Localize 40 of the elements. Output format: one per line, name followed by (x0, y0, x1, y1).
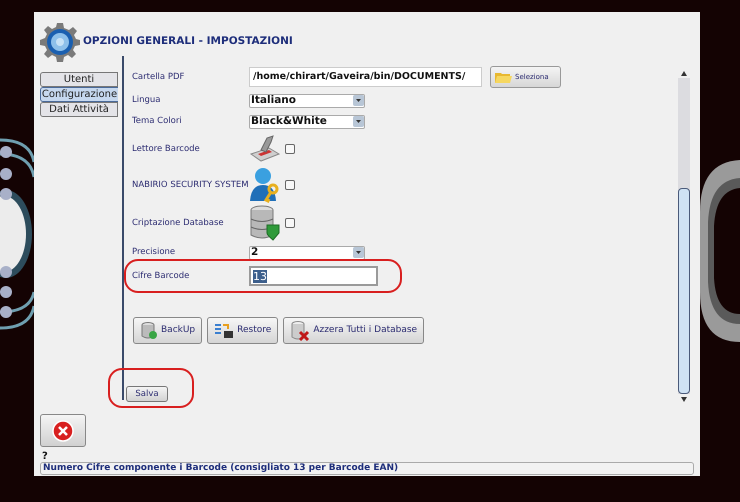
tab[interactable]: Configurazione (40, 87, 118, 102)
setting-label: Cartella PDF (132, 70, 186, 84)
dropdown[interactable]: Italiano (249, 94, 365, 108)
checkbox[interactable] (285, 180, 295, 190)
setting-label: Criptazione Database (132, 216, 225, 230)
folder-icon (495, 70, 512, 84)
setting-label: Tema Colori (132, 115, 183, 128)
setting-label: Cifre Barcode (132, 270, 190, 282)
status-message: Numero Cifre componente i Barcode (consigliato 13 per Barcode EAN) (43, 464, 398, 473)
setting-label: NABIRIO SECURITY SYSTEM (132, 178, 249, 192)
gear-icon (40, 22, 80, 62)
scrollbar-thumb[interactable] (678, 188, 690, 394)
database-icon (140, 322, 158, 340)
input-field[interactable]: 13 (249, 266, 378, 286)
checkbox[interactable] (285, 144, 295, 154)
checkbox[interactable] (285, 218, 295, 228)
action-button[interactable]: Restore (207, 317, 278, 344)
window-title: OPZIONI GENERALI - IMPOSTAZIONI (83, 34, 293, 49)
dropdown[interactable]: 2 (249, 246, 365, 260)
down-arrow-icon (681, 396, 687, 402)
tab[interactable]: Dati Attività (40, 102, 118, 117)
setting-label: Lettore Barcode (132, 142, 201, 156)
path-field[interactable]: /home/chirart/Gaveira/bin/DOCUMENTS/ (249, 67, 482, 87)
action-button[interactable]: BackUp (133, 317, 202, 344)
setting-label: Precisione (132, 246, 176, 259)
user-key-icon (249, 167, 281, 203)
restore-icon (214, 322, 234, 340)
dropdown[interactable]: Black&White (249, 114, 365, 128)
database-shield-icon (249, 205, 281, 241)
action-button[interactable]: Azzera Tutti i Database (283, 317, 424, 344)
close-button[interactable] (40, 414, 86, 447)
up-arrow-icon (681, 70, 687, 76)
database-delete-icon (290, 320, 310, 340)
scroll-down-arrow[interactable] (678, 394, 690, 404)
tab[interactable]: Utenti (40, 72, 118, 87)
scanner-icon (249, 134, 281, 164)
setting-label: Lingua (132, 94, 162, 107)
save-button[interactable]: Salva (126, 386, 168, 402)
help-mark: ? (41, 450, 49, 462)
close-icon (52, 420, 74, 442)
